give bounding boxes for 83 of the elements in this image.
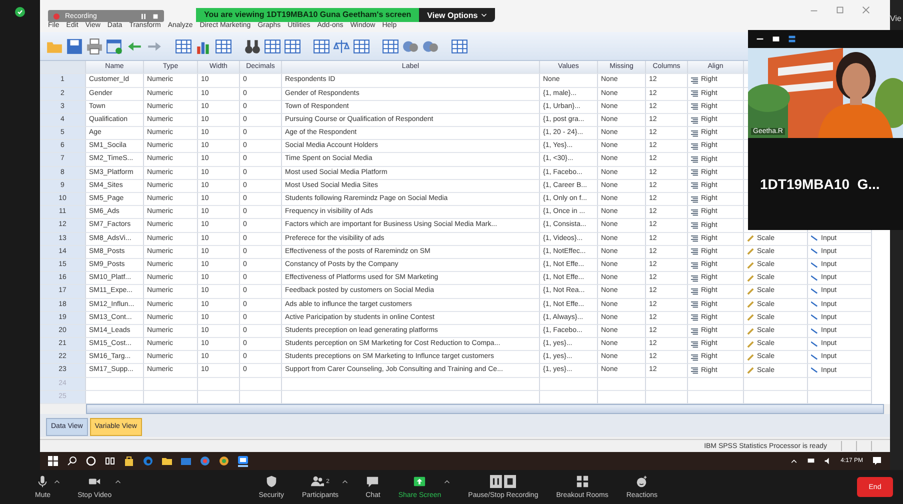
view-options-button[interactable]: View Options (419, 8, 495, 22)
people-icon (311, 475, 324, 488)
microphone-icon (36, 475, 50, 488)
speaker-icon[interactable] (824, 457, 832, 465)
close-icon[interactable] (862, 6, 870, 14)
table-cell (86, 378, 144, 391)
align-right-icon (691, 130, 698, 137)
scrollbar[interactable] (86, 404, 884, 414)
align-right-icon (691, 301, 698, 308)
table-icon[interactable] (382, 38, 399, 55)
app-icon[interactable] (219, 456, 229, 466)
caret-up-icon[interactable] (790, 457, 798, 465)
align-right-icon (691, 328, 698, 335)
chat-bubble-icon (366, 475, 380, 488)
shield-icon (264, 475, 278, 488)
scale-icon[interactable] (333, 38, 350, 55)
share-screen-icon (413, 475, 426, 488)
printer-icon[interactable] (86, 38, 103, 55)
caret-icon[interactable] (342, 479, 348, 484)
screen-share-banner: You are viewing 1DT19MBA10 Guna Geetham's screen (196, 8, 420, 22)
table-cell (144, 378, 198, 391)
table-icon[interactable] (215, 38, 232, 55)
align-right-icon (691, 208, 698, 216)
align-right-icon (691, 340, 698, 348)
window-icon[interactable] (772, 35, 780, 43)
corner-cell[interactable] (40, 61, 86, 74)
caret-icon[interactable] (444, 479, 450, 484)
align-right-icon (691, 367, 698, 374)
align-right-icon (691, 182, 698, 190)
align-right-icon (691, 196, 698, 203)
windows-logo-icon[interactable] (48, 456, 58, 466)
align-right-icon (691, 262, 698, 269)
table-icon[interactable] (313, 38, 330, 55)
table-icon[interactable] (175, 38, 192, 55)
align-right-icon (691, 116, 698, 124)
notification-icon[interactable] (872, 456, 882, 466)
align-right-icon (691, 222, 698, 230)
align-right-icon (691, 169, 698, 176)
layout-icon[interactable] (788, 35, 796, 43)
binoculars-icon[interactable] (244, 38, 261, 55)
search-icon[interactable] (67, 456, 77, 466)
stop-icon[interactable] (152, 12, 159, 20)
task-view-icon[interactable] (105, 456, 115, 466)
table-icon[interactable] (451, 38, 468, 55)
network-icon[interactable] (806, 457, 815, 465)
align-right-icon (691, 288, 698, 295)
smiley-icon (635, 475, 648, 488)
align-right-icon (691, 235, 698, 242)
folder-icon[interactable] (162, 456, 172, 466)
table-icon[interactable] (264, 38, 281, 55)
globe-icon[interactable] (200, 456, 210, 466)
record-dot-icon (53, 12, 60, 20)
pause-stop-icon (490, 475, 516, 488)
table-cell (646, 378, 688, 391)
table-icon[interactable] (284, 38, 301, 55)
table-cell (540, 378, 598, 391)
view-button[interactable]: Vie (890, 14, 902, 23)
maximize-icon[interactable] (836, 6, 844, 14)
align-right-icon (691, 314, 698, 322)
align-right-icon (691, 76, 698, 84)
caret-icon[interactable] (54, 479, 60, 484)
shopping-bag-icon[interactable] (124, 456, 134, 466)
align-right-icon (691, 90, 698, 98)
caret-icon[interactable] (114, 479, 121, 484)
table-icon[interactable] (353, 38, 370, 55)
table-cell (198, 378, 240, 391)
align-right-icon (691, 274, 698, 282)
align-right-icon (691, 156, 698, 164)
align-right-icon (691, 248, 698, 256)
grid-icon (576, 475, 589, 488)
align-right-icon (691, 142, 698, 150)
video-app-icon[interactable] (238, 455, 248, 467)
table-cell (240, 378, 282, 391)
mail-icon[interactable] (181, 456, 191, 466)
table-cell (598, 378, 646, 391)
align-right-icon (691, 103, 698, 110)
browser-icon[interactable] (143, 456, 153, 466)
align-right-icon (691, 354, 698, 361)
circle-icon[interactable] (86, 456, 96, 466)
caret-down-icon (480, 12, 487, 18)
participant-name: 1DT19MBA10 G... (760, 176, 880, 192)
shield-icon[interactable] (15, 7, 25, 17)
pause-icon[interactable] (140, 12, 147, 20)
